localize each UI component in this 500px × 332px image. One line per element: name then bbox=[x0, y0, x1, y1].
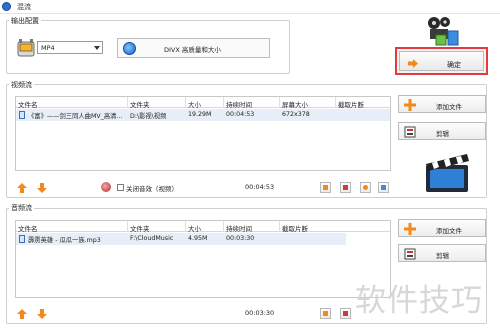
video-stream-label: 视频流 bbox=[9, 80, 34, 90]
video-add-file-button[interactable]: 添加文件 bbox=[398, 95, 486, 113]
file-name: 《富》——剑三同人曲MV_高清... bbox=[28, 113, 123, 120]
watermark: 软件技巧 bbox=[355, 283, 483, 319]
arrow-up-icon[interactable] bbox=[17, 309, 27, 319]
mute-checkbox[interactable] bbox=[117, 184, 124, 191]
quality-label: DIVX 高质量和大小 bbox=[164, 46, 221, 54]
audio-file-table: 文件名 文件夹 大小 持续时间 截取片断 霹雳英雄 - 瓜瓜一族.mp3 F:\… bbox=[15, 220, 391, 298]
video-remove-button[interactable] bbox=[340, 182, 351, 193]
column-header[interactable]: 文件夹 bbox=[128, 221, 186, 232]
mute-icon bbox=[101, 182, 111, 192]
confirm-button-face: 确定 bbox=[399, 51, 484, 71]
audio-file-icon bbox=[19, 235, 25, 243]
file-duration: 00:04:53 bbox=[226, 111, 255, 118]
quality-button[interactable]: DIVX 高质量和大小 bbox=[117, 38, 270, 58]
audio-stream-label: 音频流 bbox=[9, 203, 34, 213]
video-info-button[interactable] bbox=[378, 182, 389, 193]
column-header[interactable]: 大小 bbox=[186, 97, 224, 108]
file-duration: 00:03:30 bbox=[226, 235, 255, 242]
video-play-button[interactable] bbox=[360, 182, 371, 193]
video-clear-button[interactable] bbox=[320, 182, 331, 193]
plus-icon bbox=[404, 99, 416, 111]
arrow-down-icon[interactable] bbox=[37, 183, 47, 193]
clapperboard-icon bbox=[426, 154, 469, 192]
mute-label: 关闭音效（视频） bbox=[126, 185, 178, 193]
file-screen-size: 672x378 bbox=[282, 111, 310, 118]
table-row[interactable]: 《富》——剑三同人曲MV_高清... D:\影视\视频 19.29M 00:04… bbox=[16, 109, 390, 121]
audio-edit-label: 剪辑 bbox=[436, 252, 449, 260]
video-add-file-label: 添加文件 bbox=[436, 103, 462, 111]
table-header: 文件名 文件夹 大小 持续时间 屏幕大小 截取片断 bbox=[16, 97, 390, 108]
column-header[interactable]: 文件名 bbox=[16, 97, 128, 108]
audio-add-file-label: 添加文件 bbox=[436, 227, 462, 235]
arrow-right-icon bbox=[408, 59, 418, 68]
clear-icon bbox=[323, 311, 328, 316]
file-folder: D:\影视\视频 bbox=[130, 113, 167, 120]
format-select[interactable]: MP4 bbox=[37, 41, 103, 54]
info-icon bbox=[381, 185, 386, 190]
cut-icon bbox=[404, 248, 416, 260]
column-header[interactable]: 截取片断 bbox=[280, 221, 392, 232]
column-header[interactable]: 大小 bbox=[186, 221, 224, 232]
arrow-down-icon[interactable] bbox=[37, 309, 47, 319]
column-header[interactable]: 持续时间 bbox=[224, 221, 280, 232]
video-edit-button[interactable]: 剪辑 bbox=[398, 122, 486, 140]
column-header[interactable]: 持续时间 bbox=[224, 97, 280, 108]
video-edit-label: 剪辑 bbox=[436, 130, 449, 138]
column-header[interactable]: 截取片断 bbox=[336, 97, 392, 108]
remove-icon bbox=[343, 185, 348, 190]
film-icon bbox=[428, 17, 459, 46]
confirm-label: 确定 bbox=[447, 61, 461, 69]
file-size: 4.95M bbox=[188, 235, 208, 242]
window-title: 混流 bbox=[17, 3, 31, 11]
clear-icon bbox=[323, 185, 328, 190]
table-row[interactable]: 霹雳英雄 - 瓜瓜一族.mp3 F:\CloudMusic 4.95M 00:0… bbox=[16, 233, 346, 245]
audio-duration-readout: 00:03:30 bbox=[245, 309, 275, 317]
title-bar: 混流 bbox=[0, 0, 500, 14]
video-file-table: 文件名 文件夹 大小 持续时间 屏幕大小 截取片断 《富》——剑三同人曲MV_高… bbox=[15, 96, 391, 171]
file-size: 19.29M bbox=[188, 111, 212, 118]
quality-icon bbox=[123, 42, 136, 55]
format-icon bbox=[17, 39, 35, 57]
app-icon bbox=[2, 2, 11, 11]
remove-icon bbox=[343, 311, 348, 316]
column-header[interactable]: 文件名 bbox=[16, 221, 128, 232]
confirm-button[interactable]: 确定 bbox=[395, 47, 488, 75]
audio-remove-button[interactable] bbox=[340, 308, 351, 319]
arrow-up-icon[interactable] bbox=[17, 183, 27, 193]
play-icon bbox=[363, 185, 368, 190]
audio-clear-button[interactable] bbox=[320, 308, 331, 319]
output-config-label: 输出配置 bbox=[9, 16, 41, 26]
audio-edit-button[interactable]: 剪辑 bbox=[398, 244, 486, 262]
chevron-down-icon bbox=[94, 46, 100, 50]
file-folder: F:\CloudMusic bbox=[130, 235, 174, 242]
column-header[interactable]: 屏幕大小 bbox=[280, 97, 336, 108]
plus-icon bbox=[404, 223, 416, 235]
audio-add-file-button[interactable]: 添加文件 bbox=[398, 219, 486, 237]
video-file-icon bbox=[19, 111, 25, 119]
file-name: 霹雳英雄 - 瓜瓜一族.mp3 bbox=[28, 237, 101, 244]
format-select-value: MP4 bbox=[41, 44, 55, 52]
cut-icon bbox=[404, 126, 416, 138]
column-header[interactable]: 文件夹 bbox=[128, 97, 186, 108]
video-duration-readout: 00:04:53 bbox=[245, 183, 275, 191]
table-header: 文件名 文件夹 大小 持续时间 截取片断 bbox=[16, 221, 390, 232]
